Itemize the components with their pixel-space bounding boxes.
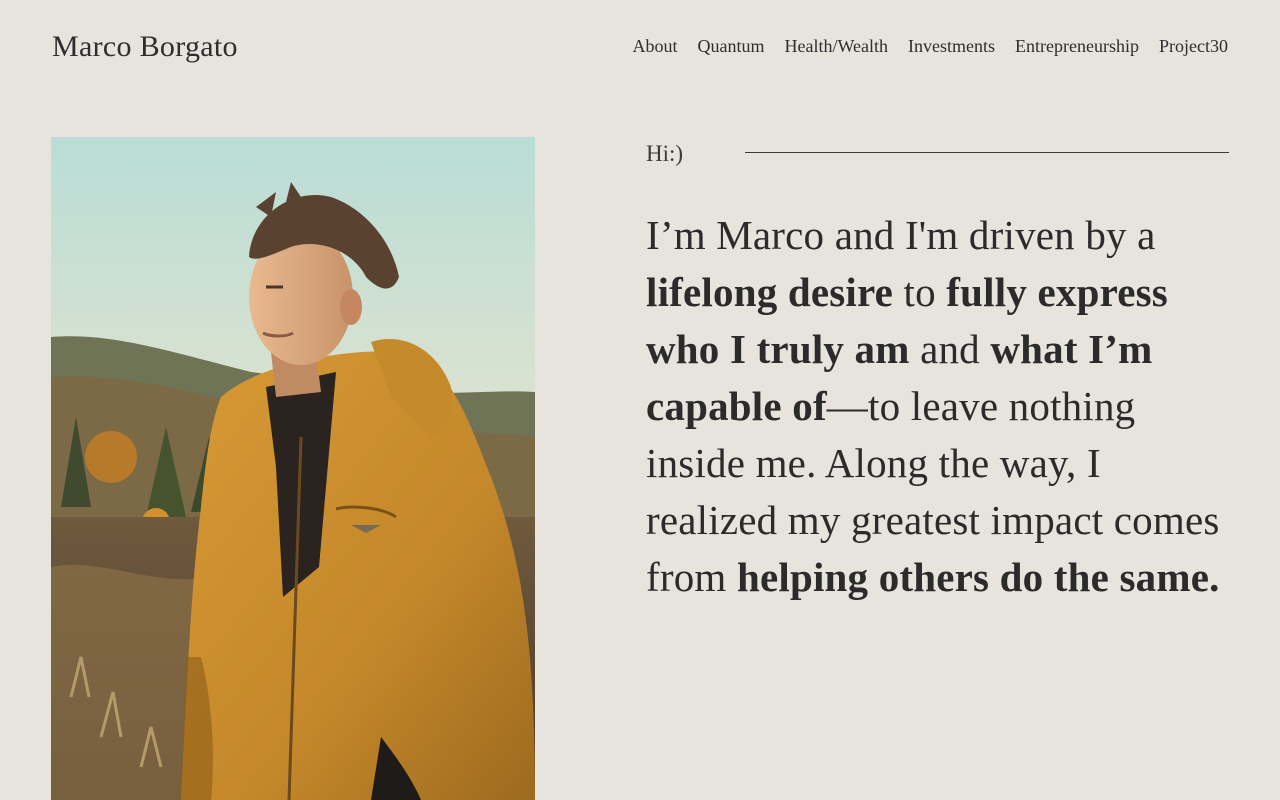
- nav-link-investments[interactable]: Investments: [908, 34, 995, 58]
- divider-line: [745, 152, 1229, 153]
- main-nav: About Quantum Health/Wealth Investments …: [633, 34, 1228, 58]
- statement-emphasis: helping others do the same.: [736, 554, 1220, 600]
- portrait-photo: [51, 137, 535, 800]
- nav-link-project30[interactable]: Project30: [1159, 34, 1228, 58]
- brand-logo-link[interactable]: Marco Borgato: [52, 27, 238, 67]
- statement-emphasis: lifelong desire: [646, 269, 894, 315]
- nav-link-quantum[interactable]: Quantum: [698, 34, 765, 58]
- site-header: Marco Borgato About Quantum Health/Wealt…: [0, 0, 1280, 92]
- nav-link-about[interactable]: About: [633, 34, 678, 58]
- statement-text: and: [909, 326, 991, 372]
- intro-statement: I’m Marco and I'm driven by a lifelong d…: [646, 207, 1229, 606]
- greeting-row: Hi:): [646, 137, 1229, 171]
- statement-text: I’m Marco and I'm driven by a: [646, 212, 1156, 258]
- greeting-text: Hi:): [646, 141, 684, 166]
- intro-section: Hi:) I’m Marco and I'm driven by a lifel…: [646, 137, 1229, 606]
- statement-text: to: [893, 269, 947, 315]
- nav-link-health-wealth[interactable]: Health/Wealth: [785, 34, 889, 58]
- nav-link-entrepreneurship[interactable]: Entrepreneurship: [1015, 34, 1139, 58]
